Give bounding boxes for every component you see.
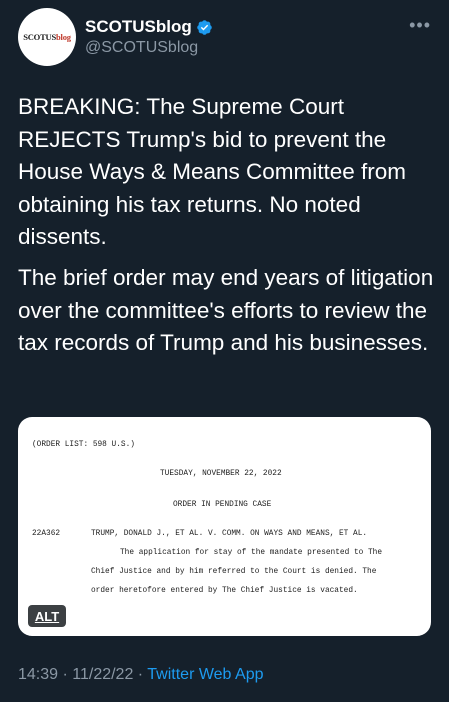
docket-number: 22A362 [32,530,61,538]
account-handle[interactable]: @SCOTUSblog [85,39,198,57]
order-line-2: Chief Justice and by him referred to the… [91,568,377,576]
document-date: TUESDAY, NOVEMBER 22, 2022 [160,470,282,478]
tweet-text-paragraph-1: BREAKING: The Supreme Court REJECTS Trum… [18,94,407,249]
tweet-metadata: 14:39 · 11/22/22 · Twitter Web App [18,666,263,684]
case-title: TRUMP, DONALD J., ET AL. V. COMM. ON WAY… [91,530,368,538]
order-list-label: (ORDER LIST: 598 U.S.) [32,441,135,449]
tweet-media-image[interactable]: (ORDER LIST: 598 U.S.) TUESDAY, NOVEMBER… [18,417,431,636]
tweet-source-link[interactable]: Twitter Web App [147,666,263,683]
display-name[interactable]: SCOTUSblog [85,17,192,37]
tweet-text-paragraph-2: The brief order may end years of litigat… [18,265,434,355]
order-line-1: The application for stay of the mandate … [120,549,383,557]
order-line-3: order heretofore entered by The Chief Ju… [91,587,358,595]
tweet-timestamp[interactable]: 14:39 · 11/22/22 · [18,666,147,683]
more-horizontal-icon[interactable]: ••• [409,16,431,34]
tweet-header: SCOTUSblog SCOTUSblog @SCOTUSblog ••• [18,8,431,70]
alt-text-button[interactable]: ALT [28,605,66,627]
avatar[interactable]: SCOTUSblog [18,8,76,66]
verified-badge-icon [196,19,213,36]
document-heading: ORDER IN PENDING CASE [173,501,272,509]
name-row: SCOTUSblog [85,17,213,37]
avatar-logo-text: SCOTUSblog [23,32,71,42]
